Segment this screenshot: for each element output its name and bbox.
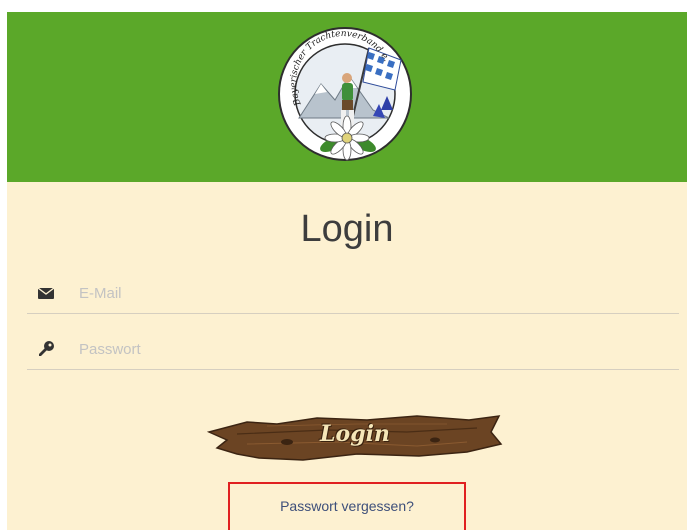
- login-button-label: Login: [320, 421, 390, 447]
- password-input[interactable]: [79, 335, 659, 363]
- email-input[interactable]: [79, 279, 659, 307]
- forgot-password-link[interactable]: Passwort vergessen?: [230, 498, 464, 514]
- header-banner: Bayerischer Trachtenverband e.V.: [7, 12, 687, 182]
- envelope-icon: [37, 287, 55, 299]
- key-icon: [39, 341, 54, 356]
- login-button[interactable]: Login: [207, 404, 503, 468]
- password-field: [27, 329, 679, 370]
- trachtenverband-logo: Bayerischer Trachtenverband e.V.: [277, 26, 412, 161]
- forgot-password-highlight: Passwort vergessen?: [228, 482, 466, 530]
- email-field: [27, 273, 679, 314]
- login-page: Bayerischer Trachtenverband e.V. Login L…: [7, 12, 687, 530]
- page-title: Login: [300, 208, 394, 250]
